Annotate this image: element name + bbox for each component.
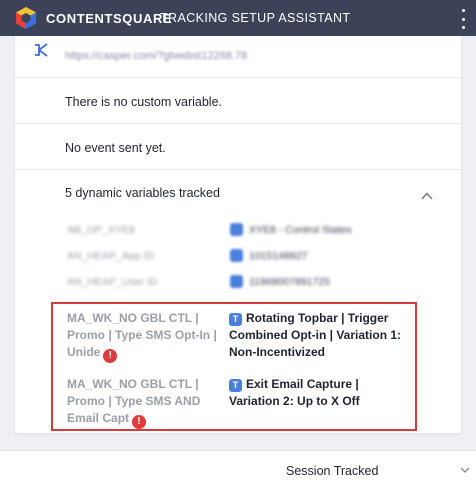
variable-name-text: MA_WK_NO GBL CTL | Promo | Type SMS Opt-… <box>67 311 217 359</box>
text-type-icon: T <box>229 313 242 326</box>
dynamic-variables-header[interactable]: 5 dynamic variables tracked <box>15 170 461 214</box>
variable-value: T Exit Email Capture | Variation 2: Up to… <box>229 376 407 410</box>
variable-value: 1015148827 <box>249 250 308 262</box>
variable-value-text: Exit Email Capture | Variation 2: Up to … <box>229 377 360 408</box>
highlighted-variables-box: MA_WK_NO GBL CTL | Promo | Type SMS Opt-… <box>51 302 417 431</box>
custom-variables-status: There is no custom variable. <box>65 95 223 109</box>
chevron-down-icon <box>460 467 470 473</box>
contentsquare-logo-icon <box>16 7 36 29</box>
dynamic-variables-heading: 5 dynamic variables tracked <box>65 186 220 200</box>
app-title: TRACKING SETUP ASSISTANT <box>160 11 351 25</box>
variable-value-text: Rotating Topbar | Trigger Combined Opt-i… <box>229 311 402 359</box>
page-url-row: https://casper.com/?gtwebst12268.78 <box>15 36 461 78</box>
warning-icon: ! <box>103 349 118 363</box>
brand-name: CONTENTSQUARE <box>46 11 173 26</box>
tracking-details-card: https://casper.com/?gtwebst12268.78 Ther… <box>14 36 462 434</box>
top-bar: CONTENTSQUARE TRACKING SETUP ASSISTANT <box>0 0 476 36</box>
list-item: AN_HEAP_App ID 1015148827 <box>15 249 461 276</box>
variable-value: 11968007891725 <box>249 276 330 288</box>
footer-bar: Session Tracked <box>0 450 476 480</box>
list-item: AN_HEAP_User ID 11968007891725 <box>15 275 461 302</box>
variable-name: MA_WK_NO GBL CTL | Promo | Type SMS Opt-… <box>67 310 217 363</box>
session-select[interactable]: Session Tracked <box>286 458 476 480</box>
variable-value: XYE8 - Control States <box>249 224 352 236</box>
text-type-icon <box>230 223 243 236</box>
warning-icon: ! <box>132 415 147 429</box>
chevron-up-icon[interactable] <box>421 190 433 202</box>
events-row: No event sent yet. <box>15 124 461 170</box>
variable-name: AN_HEAP_App ID <box>67 250 154 262</box>
variable-value: T Rotating Topbar | Trigger Combined Opt-… <box>229 310 407 361</box>
events-status: No event sent yet. <box>65 141 166 155</box>
custom-variables-row: There is no custom variable. <box>15 78 461 124</box>
variable-name: AN_HEAP_User ID <box>67 276 158 288</box>
text-type-icon <box>230 275 243 288</box>
text-type-icon: T <box>229 379 242 392</box>
pageview-icon <box>35 43 48 57</box>
list-item: AB_OP_XYE8 XYE8 - Control States <box>15 223 461 250</box>
variable-name: AB_OP_XYE8 <box>67 224 135 236</box>
session-select-value: Session Tracked <box>286 464 379 478</box>
text-type-icon <box>230 249 243 262</box>
variable-name: MA_WK_NO GBL CTL | Promo | Type SMS AND … <box>67 376 217 429</box>
more-options-icon[interactable] <box>456 9 470 29</box>
page-url: https://casper.com/?gtwebst12268.78 <box>65 50 248 62</box>
